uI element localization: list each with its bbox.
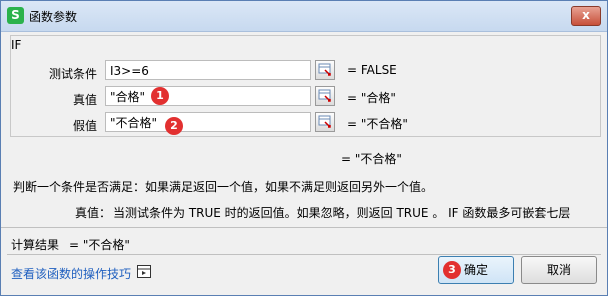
value-if-false-input[interactable]: "不合格"	[105, 112, 311, 132]
argument-help-name: 真值：	[75, 206, 112, 220]
video-tutorial-icon[interactable]	[137, 265, 151, 278]
dialog-title: 函数参数	[29, 10, 78, 24]
step-badge-2: 2	[165, 117, 183, 135]
arg-label-value-if-true: 真值	[72, 93, 97, 107]
arg-label-value-if-false: 假值	[72, 119, 97, 133]
calculation-result-value: = "不合格"	[69, 238, 130, 252]
divider	[7, 254, 601, 255]
value-if-false-range-picker-button[interactable]	[315, 112, 335, 132]
value-if-true-result: = "合格"	[347, 91, 396, 105]
close-button[interactable]: x	[571, 6, 601, 26]
arg-label-logical-test: 测试条件	[48, 67, 97, 81]
range-select-icon	[318, 89, 331, 102]
ok-button-label: 确定	[463, 263, 488, 277]
argument-help-text: 当测试条件为 TRUE 时的返回值。如果忽略，则返回 TRUE 。 IF 函数最…	[113, 206, 571, 220]
function-tips-link[interactable]: 查看该函数的操作技巧	[11, 265, 131, 282]
cancel-button-label: 取消	[546, 263, 571, 277]
value-if-true-range-picker-button[interactable]	[315, 86, 335, 106]
step-badge-3: 3	[443, 261, 461, 279]
logical-test-range-picker-button[interactable]	[315, 60, 335, 80]
value-if-false-result: = "不合格"	[347, 117, 408, 131]
value-if-true-input[interactable]: "合格"	[105, 86, 311, 106]
logical-test-input[interactable]: I3>=6	[105, 60, 311, 80]
function-description: 判断一个条件是否满足：如果满足返回一个值，如果不满足则返回另外一个值。	[13, 180, 434, 194]
calculation-result-label: 计算结果	[11, 238, 60, 252]
wps-spreadsheet-icon: S	[7, 7, 24, 24]
formula-result: = "不合格"	[341, 152, 402, 166]
divider	[1, 227, 607, 228]
step-badge-1: 1	[151, 87, 169, 105]
range-select-icon	[318, 63, 331, 76]
cancel-button[interactable]: 取消	[521, 256, 597, 284]
function-name-label: IF	[11, 38, 22, 52]
logical-test-result: = FALSE	[347, 63, 397, 77]
range-select-icon	[318, 115, 331, 128]
title-bar: S 函数参数 x	[1, 1, 607, 32]
function-arguments-dialog: S 函数参数 x IF 测试条件 I3>=6 = FALSE 真值 "合格" 1…	[0, 0, 608, 296]
